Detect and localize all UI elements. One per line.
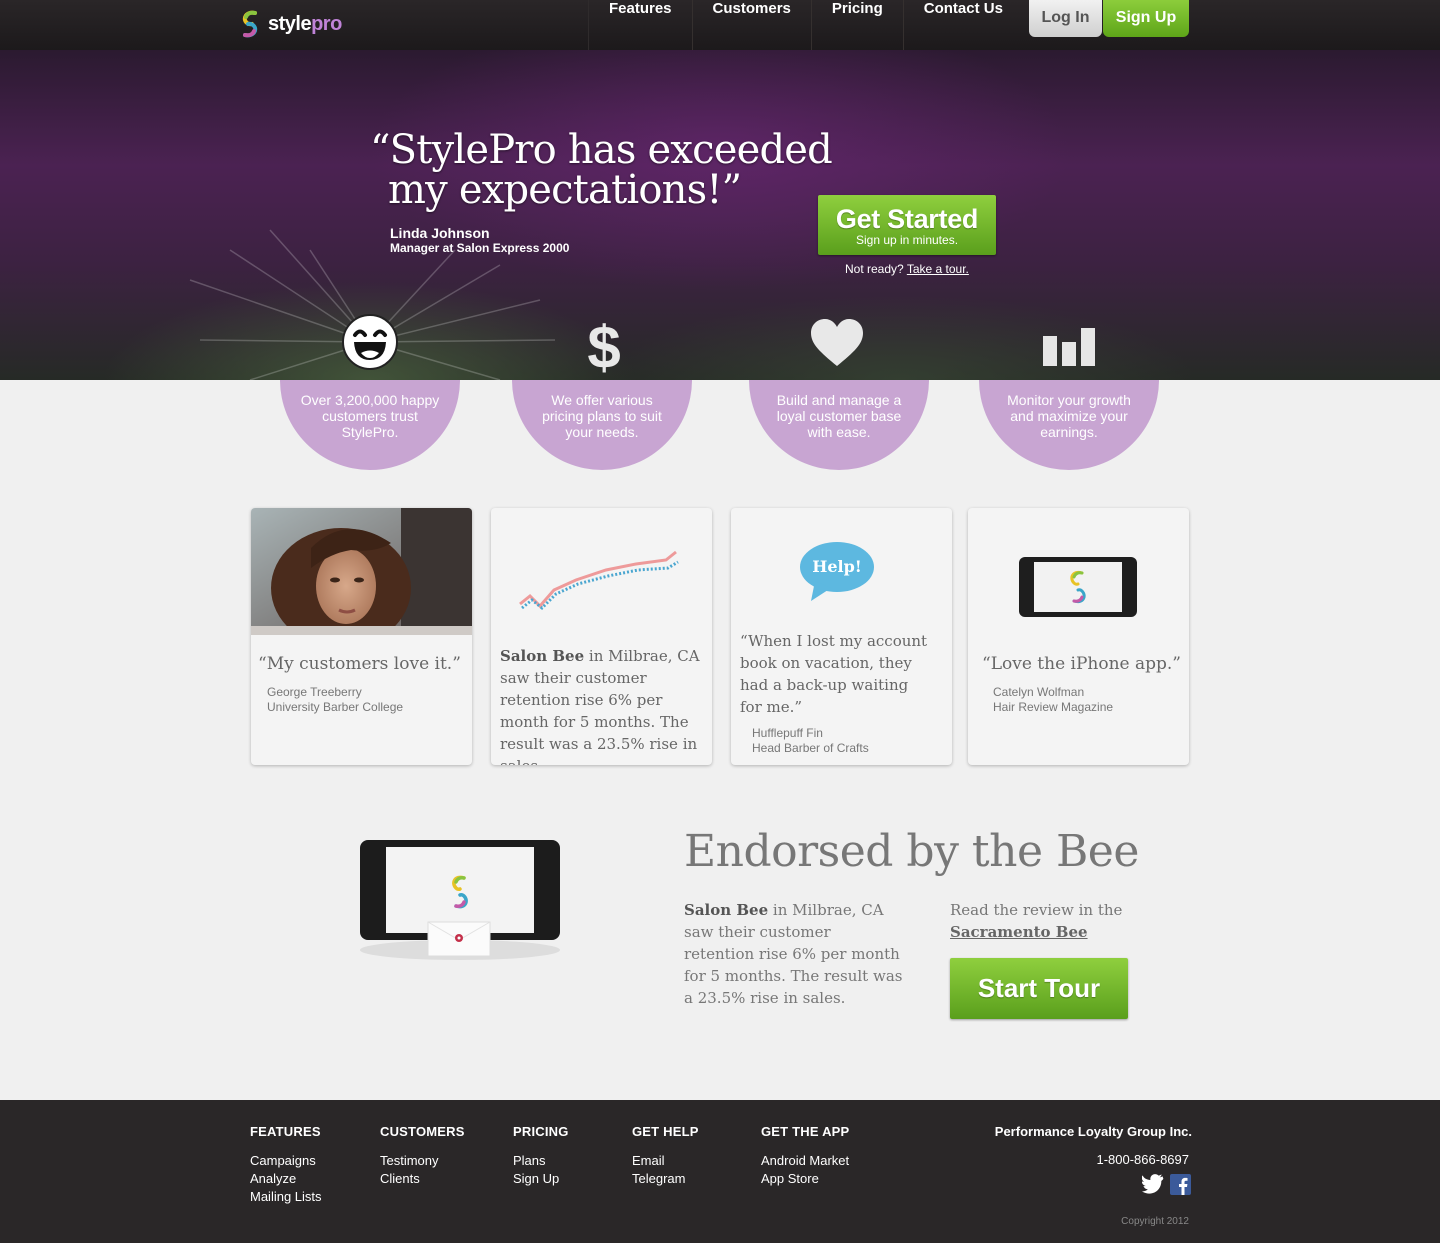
endorsed-salon-name: Salon Bee xyxy=(684,901,769,919)
svg-text:$: $ xyxy=(587,318,620,376)
happy-face-icon xyxy=(342,314,398,370)
iphone-app-icon xyxy=(1019,557,1137,617)
footer-link-testimony[interactable]: Testimony xyxy=(380,1152,465,1170)
footer-heading: PRICING xyxy=(513,1124,569,1139)
take-a-tour-link[interactable]: Take a tour. xyxy=(907,262,969,276)
footer-col-customers: CUSTOMERS Testimony Clients xyxy=(380,1124,465,1188)
hero-quote: “StylePro has exceeded my expectations!” xyxy=(370,130,833,213)
feature-bubble-growth: Monitor your growth and maximize your ea… xyxy=(979,380,1159,470)
card2-story: Salon Bee in Milbrae, CA saw their custo… xyxy=(500,645,708,765)
dollar-icon: $ xyxy=(587,318,620,376)
card3-author: Hufflepuff Fin xyxy=(752,726,823,740)
nav-pricing[interactable]: Pricing xyxy=(810,0,903,50)
quote-author-name: Linda Johnson xyxy=(390,225,490,241)
feature-bubble-customers: Over 3,200,000 happy customers trust Sty… xyxy=(280,380,460,470)
footer-link-analyze[interactable]: Analyze xyxy=(250,1170,322,1188)
card1-quote: “My customers love it.” xyxy=(258,654,461,674)
footer-heading: GET HELP xyxy=(632,1124,699,1139)
copyright-text: Copyright 2012 xyxy=(1121,1216,1189,1227)
footer-link-telegram[interactable]: Telegram xyxy=(632,1170,699,1188)
help-bubble-text: Help! xyxy=(812,557,862,576)
endorsed-title: Endorsed by the Bee xyxy=(684,826,1139,877)
card4-quote: “Love the iPhone app.” xyxy=(982,654,1181,674)
nav-links: Features Customers Pricing Contact Us xyxy=(588,0,1023,50)
footer-link-campaigns[interactable]: Campaigns xyxy=(250,1152,322,1170)
light-rays-decoration xyxy=(189,229,556,380)
footer-heading: GET THE APP xyxy=(761,1124,850,1139)
footer-phone: 1-800-866-8697 xyxy=(1096,1152,1189,1167)
footer-company-name: Performance Loyalty Group Inc. xyxy=(994,1124,1192,1139)
card4-author: Catelyn Wolfman xyxy=(993,685,1085,699)
sacramento-bee-link[interactable]: Sacramento Bee xyxy=(950,923,1088,941)
twitter-icon[interactable] xyxy=(1142,1174,1164,1194)
signup-button[interactable]: Sign Up xyxy=(1103,0,1189,37)
feature-bubble-pricing: We offer various pricing plans to suit y… xyxy=(512,380,692,470)
footer-heading: CUSTOMERS xyxy=(380,1124,465,1139)
footer: FEATURES Campaigns Analyze Mailing Lists… xyxy=(0,1100,1440,1243)
nav-contact-us[interactable]: Contact Us xyxy=(902,0,1023,50)
testimonial-card-1: “My customers love it.” George Treeberry… xyxy=(251,508,472,765)
top-navbar: stylepro Features Customers Pricing Cont… xyxy=(0,0,1440,50)
footer-col-get-the-app: GET THE APP Android Market App Store xyxy=(761,1124,849,1188)
footer-link-sign-up[interactable]: Sign Up xyxy=(513,1170,569,1188)
read-review-text: Read the review in the Sacramento Bee xyxy=(950,899,1122,943)
login-button[interactable]: Log In xyxy=(1029,0,1102,37)
footer-link-email[interactable]: Email xyxy=(632,1152,699,1170)
footer-col-pricing: PRICING Plans Sign Up xyxy=(513,1124,569,1188)
facebook-icon[interactable] xyxy=(1170,1174,1191,1195)
testimonial-card-2: Salon Bee in Milbrae, CA saw their custo… xyxy=(491,508,712,765)
footer-heading: FEATURES xyxy=(250,1124,321,1139)
logo[interactable]: stylepro xyxy=(238,9,342,39)
footer-link-plans[interactable]: Plans xyxy=(513,1152,569,1170)
testimonial-card-3: Help! “When I lost my account book on va… xyxy=(731,508,952,765)
endorsed-story: Salon Bee in Milbrae, CA saw their custo… xyxy=(684,899,904,1009)
card4-org: Hair Review Magazine xyxy=(993,700,1114,714)
quote-author-role: Manager at Salon Express 2000 xyxy=(390,241,570,255)
read-review-label: Read the review in the xyxy=(950,901,1123,919)
card1-author: George Treeberry xyxy=(267,685,362,699)
get-started-button[interactable]: Get Started Sign up in minutes. xyxy=(818,195,996,255)
bar-chart-icon xyxy=(1043,328,1095,366)
hero-quote-line2: my expectations!” xyxy=(388,167,742,213)
testimonial-card-4: “Love the iPhone app.” Catelyn Wolfman H… xyxy=(968,508,1189,765)
tablet-with-envelope-illustration xyxy=(360,840,560,960)
heart-icon xyxy=(811,319,863,366)
nav-customers[interactable]: Customers xyxy=(691,0,811,50)
get-started-sublabel: Sign up in minutes. xyxy=(855,233,959,247)
stylepro-logo-icon xyxy=(242,10,258,38)
card3-org: Head Barber of Crafts xyxy=(752,741,869,755)
footer-link-app-store[interactable]: App Store xyxy=(761,1170,849,1188)
not-ready-text: Not ready? Take a tour. xyxy=(845,262,969,276)
logo-text: stylepro xyxy=(268,12,342,35)
footer-col-features: FEATURES Campaigns Analyze Mailing Lists xyxy=(250,1124,322,1206)
customer-photo xyxy=(251,508,472,635)
footer-link-mailing-lists[interactable]: Mailing Lists xyxy=(250,1188,322,1206)
card2-salon-name: Salon Bee xyxy=(500,647,585,665)
start-tour-button[interactable]: Start Tour xyxy=(950,958,1128,1019)
nav-features[interactable]: Features xyxy=(588,0,692,50)
footer-link-clients[interactable]: Clients xyxy=(380,1170,465,1188)
hero-banner: “StylePro has exceeded my expectations!”… xyxy=(0,50,1440,380)
get-started-label: Get Started xyxy=(835,204,979,234)
growth-line-chart-icon xyxy=(519,550,679,611)
card1-org: University Barber College xyxy=(267,700,404,714)
card3-quote: “When I lost my account book on vacation… xyxy=(740,632,928,716)
feature-bubble-loyalty: Build and manage a loyal customer base w… xyxy=(749,380,929,470)
not-ready-label: Not ready? xyxy=(845,262,904,276)
footer-link-android-market[interactable]: Android Market xyxy=(761,1152,849,1170)
footer-col-get-help: GET HELP Email Telegram xyxy=(632,1124,699,1188)
